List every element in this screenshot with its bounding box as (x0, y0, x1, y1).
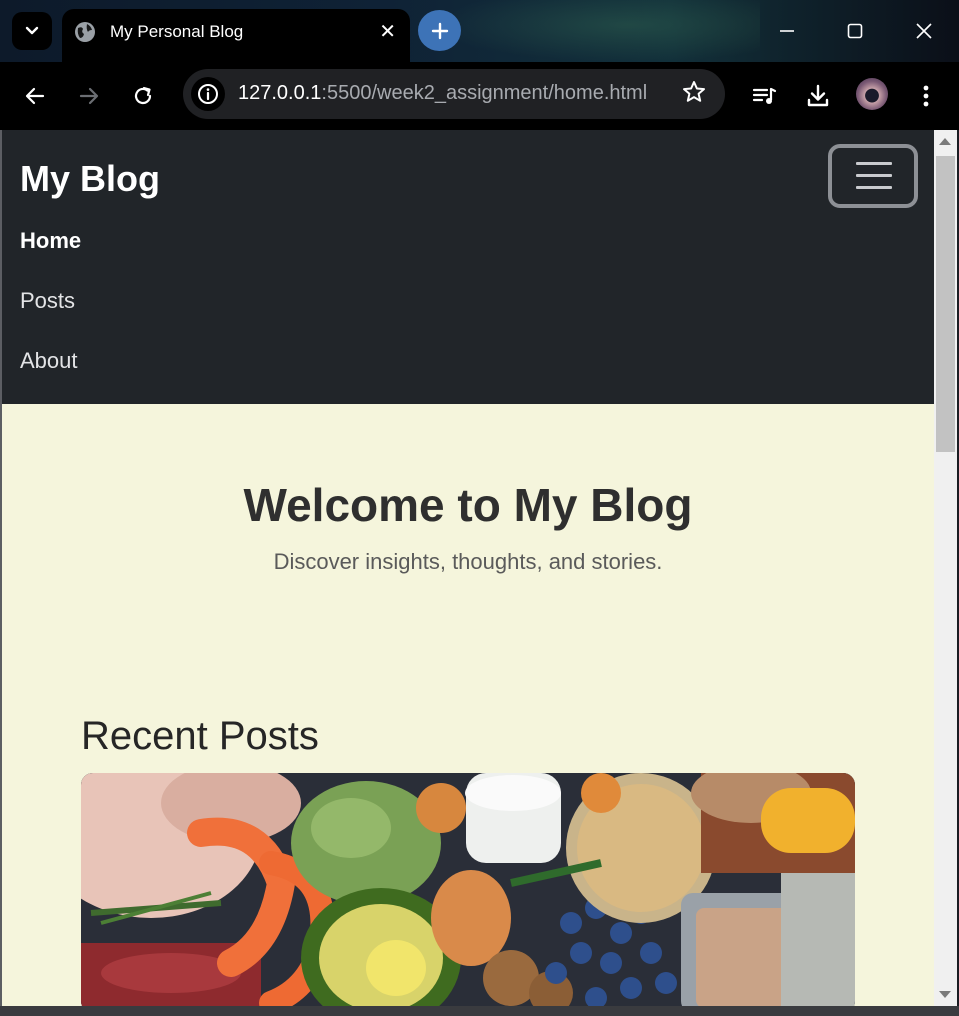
browser-toolbar: 127.0.0.1:5500/week2_assignment/home.htm… (0, 62, 959, 130)
forward-button[interactable] (69, 76, 109, 116)
url-text[interactable]: 127.0.0.1:5500/week2_assignment/home.htm… (238, 82, 647, 105)
reload-icon (134, 86, 152, 105)
food-photo (81, 773, 855, 1006)
minimize-icon (780, 30, 794, 32)
globe-icon (75, 22, 95, 42)
browser-titlebar: My Personal Blog ✕ (0, 0, 959, 62)
page-scrollbar[interactable] (934, 130, 957, 1006)
more-vertical-icon (923, 85, 929, 107)
arrow-right-icon (79, 87, 99, 105)
tab-search-button[interactable] (12, 12, 52, 50)
recent-posts-heading: Recent Posts (81, 714, 319, 758)
scroll-up-arrow-icon[interactable] (939, 138, 951, 145)
browser-tab-active[interactable]: My Personal Blog ✕ (62, 9, 410, 62)
scrollbar-thumb[interactable] (936, 156, 955, 452)
nav-link-about[interactable]: About (20, 348, 78, 374)
reload-button[interactable] (123, 76, 163, 116)
address-bar[interactable]: 127.0.0.1:5500/week2_assignment/home.htm… (183, 69, 725, 119)
new-tab-button[interactable] (418, 10, 461, 51)
close-icon (916, 23, 932, 39)
media-controls-button[interactable] (744, 76, 784, 116)
arrow-left-icon (25, 87, 45, 105)
post-card-image[interactable] (81, 773, 855, 1006)
url-path: :5500/week2_assignment/home.html (321, 82, 648, 104)
nav-link-posts[interactable]: Posts (20, 288, 75, 314)
hero-title: Welcome to My Blog (243, 479, 693, 531)
hero-subtitle: Discover insights, thoughts, and stories… (273, 549, 663, 574)
nav-link-home[interactable]: Home (20, 228, 81, 254)
site-brand[interactable]: My Blog (20, 158, 160, 200)
profile-avatar[interactable] (856, 78, 888, 110)
navbar-toggler-button[interactable] (828, 144, 918, 208)
minimize-button[interactable] (753, 0, 821, 62)
maximize-button[interactable] (821, 0, 889, 62)
page-viewport: My Blog Home Posts About Welcome to My B… (2, 130, 934, 1006)
scroll-down-arrow-icon[interactable] (939, 991, 951, 998)
maximize-icon (847, 23, 863, 39)
site-info-icon[interactable] (191, 77, 225, 111)
hamburger-icon-bar (856, 162, 892, 165)
playlist-music-icon (752, 87, 777, 104)
hamburger-icon-bar (856, 174, 892, 177)
back-button[interactable] (15, 76, 55, 116)
browser-window: My Personal Blog ✕ 127.0.0.1:5500/week2_… (0, 0, 959, 1016)
site-navbar: My Blog Home Posts About (2, 130, 934, 404)
window-bottom-edge (0, 1006, 959, 1016)
tab-title: My Personal Blog (110, 22, 244, 41)
chevron-down-icon (25, 26, 39, 35)
downloads-button[interactable] (798, 76, 838, 116)
browser-menu-button[interactable] (906, 76, 946, 116)
bookmark-star-icon[interactable] (681, 79, 707, 110)
plus-icon (431, 22, 448, 39)
url-host: 127.0.0.1 (238, 82, 322, 104)
close-tab-icon[interactable]: ✕ (379, 19, 396, 44)
download-icon (807, 84, 829, 107)
hamburger-icon-bar (856, 186, 892, 189)
close-window-button[interactable] (890, 0, 958, 62)
